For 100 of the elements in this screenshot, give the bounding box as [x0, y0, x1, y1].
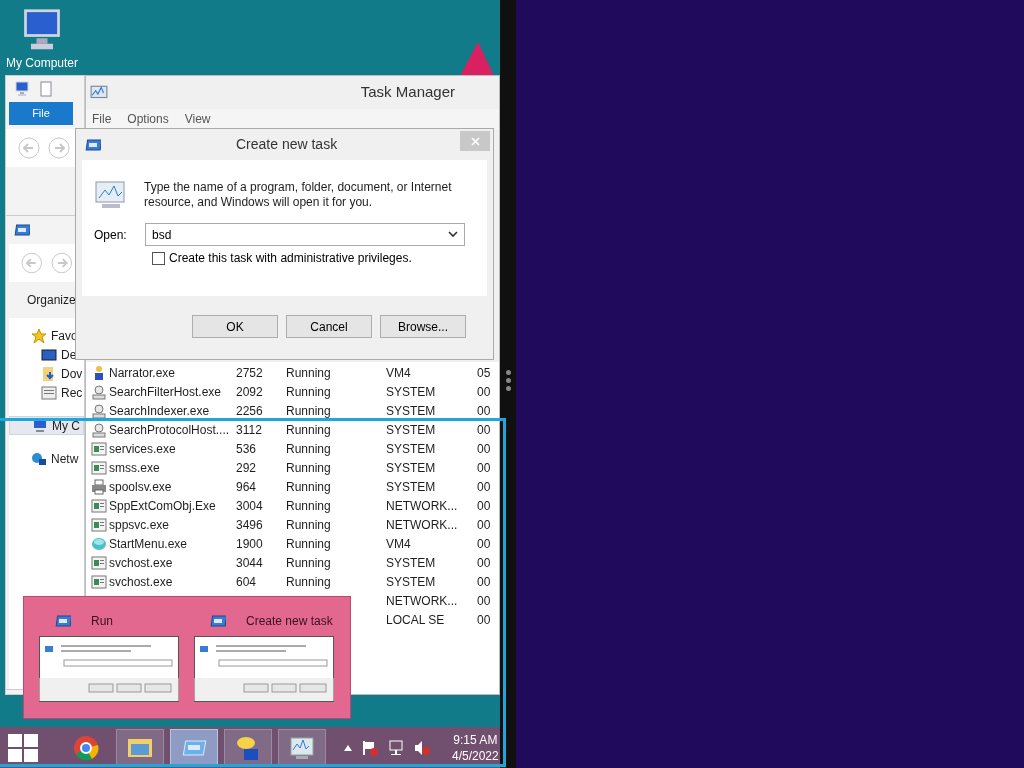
user-cell: SYSTEM — [386, 479, 436, 494]
pid-cell: 604 — [236, 574, 257, 589]
pid-cell: 2092 — [236, 384, 263, 399]
user-cell: NETWORK... — [386, 498, 458, 513]
window-thumbnail-drawing[interactable] — [194, 636, 334, 702]
printer-process-icon — [91, 478, 107, 495]
up-arrow-icon[interactable] — [344, 744, 352, 751]
cpu-cell-text: 00 — [477, 516, 491, 534]
chrome-icon — [72, 733, 100, 762]
menu-item[interactable]: Options — [127, 110, 169, 128]
dialog-button[interactable]: OK — [192, 315, 278, 338]
network-icon[interactable] — [388, 739, 404, 756]
status-cell: Running — [286, 441, 331, 456]
open-label: Open: — [94, 226, 128, 244]
user-cell: SYSTEM — [386, 460, 436, 475]
status-cell: Running — [286, 365, 331, 380]
clock-date[interactable]: 4/5/2022 — [452, 747, 499, 764]
pid-cell: 1900 — [236, 536, 263, 551]
process-name: Narrator.exe — [109, 365, 176, 380]
open-combobox[interactable]: bsd — [145, 223, 465, 246]
cpu-cell-text: 00 — [477, 459, 491, 477]
explorer-taskbar-button[interactable] — [116, 728, 164, 767]
window-title: Task Manager — [360, 82, 456, 103]
download-icon — [41, 365, 57, 382]
pid-cell: 536 — [236, 441, 257, 456]
muted-speaker-icon[interactable] — [414, 739, 430, 756]
process-name: svchost.exe — [109, 574, 173, 589]
status-cell: Running — [286, 422, 331, 437]
run-taskbar-button[interactable] — [170, 728, 218, 767]
pid-cell: 2256 — [236, 403, 263, 418]
user-cell: SYSTEM — [386, 574, 436, 589]
user-cell: SYSTEM — [386, 403, 436, 418]
cpu-cell-text: 00 — [477, 478, 491, 496]
service-process-icon — [91, 516, 107, 533]
preview-title: Create new task — [246, 613, 333, 630]
user-cell: SYSTEM — [386, 422, 436, 437]
nav-item[interactable]: Netw — [9, 449, 84, 468]
status-cell: Running — [286, 536, 331, 551]
computer-icon — [14, 81, 30, 97]
window-thumbnail-drawing[interactable] — [39, 636, 179, 702]
clock-time[interactable]: 9:15 AM — [453, 731, 498, 748]
admin-checkbox[interactable] — [152, 251, 165, 265]
cpu-cell-text: 05 — [477, 364, 491, 382]
process-name: SearchProtocolHost.... — [109, 422, 230, 437]
dialog-button[interactable]: Cancel — [286, 315, 372, 338]
search-process-icon — [91, 383, 107, 400]
user-cell: LOCAL SE — [386, 612, 445, 627]
nav-item[interactable]: Dov — [9, 364, 84, 383]
pid-cell: 3004 — [236, 498, 263, 513]
desktop-icon-label[interactable]: My Computer — [6, 54, 78, 72]
window-icon — [85, 136, 101, 153]
process-name: services.exe — [109, 441, 176, 456]
window-icon — [55, 613, 71, 629]
service-process-icon — [91, 554, 107, 571]
status-cell: Running — [286, 384, 331, 399]
process-name: StartMenu.exe — [109, 536, 188, 551]
star-icon — [31, 327, 47, 344]
status-cell: Running — [286, 479, 331, 494]
pid-cell: 964 — [236, 479, 257, 494]
menu-item[interactable]: File — [92, 110, 112, 128]
chat-taskbar-button[interactable] — [224, 728, 272, 767]
search-process-icon — [91, 402, 107, 419]
cpu-cell-text: 00 — [477, 383, 491, 401]
cpu-cell-text: 00 — [477, 440, 491, 458]
taskmgr-taskbar-button[interactable] — [278, 728, 326, 767]
chevron-down-icon — [448, 231, 458, 238]
cpu-cell-text: 00 — [477, 402, 491, 420]
pid-cell: 2752 — [236, 365, 263, 380]
cpu-cell-text: 00 — [477, 573, 491, 591]
cpu-cell-text: 00 — [477, 497, 491, 515]
process-name: svchost.exe — [109, 555, 173, 570]
cpu-cell-text: 00 — [477, 554, 491, 572]
pid-cell: 3112 — [236, 422, 262, 437]
status-cell: Running — [286, 498, 331, 513]
recent-icon — [41, 384, 57, 401]
user-cell: SYSTEM — [386, 555, 436, 570]
menu-item[interactable]: View — [184, 110, 211, 128]
dialog-title: Create new task — [236, 135, 338, 154]
pid-cell: 3044 — [236, 555, 263, 570]
status-cell: Running — [286, 460, 331, 475]
status-cell: Running — [286, 517, 331, 532]
nav-item[interactable]: Rec — [9, 383, 84, 402]
pid-cell: 292 — [236, 460, 257, 475]
cpu-cell-text: 00 — [477, 592, 491, 610]
process-name: SearchFilterHost.exe — [109, 384, 222, 399]
file-tab[interactable]: File — [9, 102, 73, 125]
search-process-icon — [91, 421, 107, 438]
dialog-button[interactable]: Browse... — [380, 315, 466, 338]
service-process-icon — [91, 459, 107, 476]
flag-icon[interactable] — [362, 739, 378, 756]
startmenu-process-icon — [91, 535, 107, 552]
monitor-chart-icon — [94, 180, 128, 210]
close-icon — [470, 136, 480, 146]
cpu-cell-text: 00 — [477, 611, 491, 629]
pid-cell: 3496 — [236, 517, 263, 532]
status-cell: Running — [286, 403, 331, 418]
user-cell: SYSTEM — [386, 441, 436, 456]
service-process-icon — [91, 497, 107, 514]
cpu-cell-text: 00 — [477, 535, 491, 553]
windows-start-icon[interactable] — [8, 733, 38, 762]
